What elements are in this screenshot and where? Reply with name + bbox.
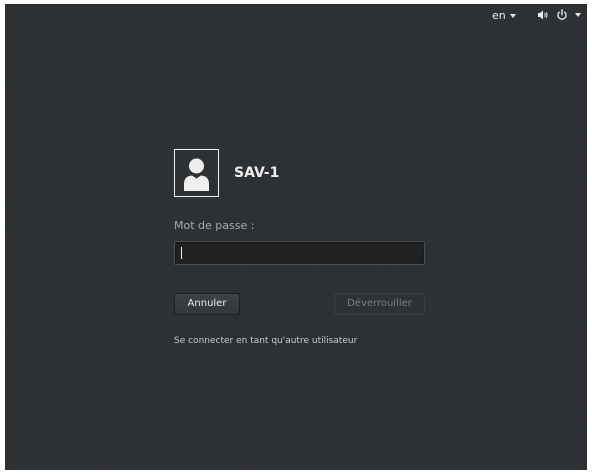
text-caret <box>181 247 182 259</box>
language-menu[interactable]: en <box>492 9 516 22</box>
power-icon <box>556 9 568 21</box>
volume-icon <box>537 9 549 21</box>
chevron-down-icon <box>575 13 581 17</box>
lock-screen: en SAV-1 Mot de passe: Annuler Déverrou… <box>5 4 587 470</box>
user-avatar-icon <box>174 149 219 197</box>
cancel-button[interactable]: Annuler <box>174 293 240 315</box>
language-label: en <box>492 9 506 22</box>
chevron-down-icon <box>509 13 516 18</box>
switch-user-link[interactable]: Se connecter en tant qu'autre utilisateu… <box>174 335 357 347</box>
top-bar: en <box>5 4 587 26</box>
unlock-button[interactable]: Déverrouiller <box>334 293 425 315</box>
username: SAV-1 <box>234 165 280 181</box>
password-field[interactable] <box>174 241 425 265</box>
password-label: Mot de passe : <box>174 219 255 232</box>
system-menu[interactable] <box>537 8 581 22</box>
